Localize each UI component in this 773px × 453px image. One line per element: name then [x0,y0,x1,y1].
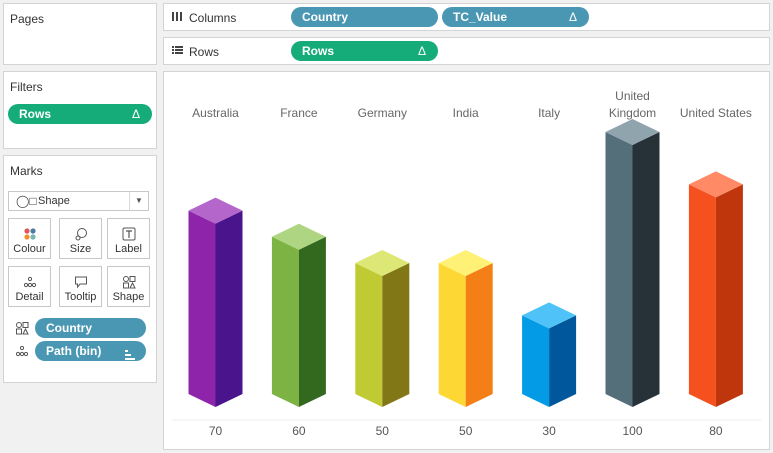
bar-front-face [438,263,466,407]
country-label: Italy [538,106,560,120]
filters-title: Filters [10,80,43,94]
tooltip-label: Tooltip [64,291,97,303]
bin-icon [125,346,136,366]
tooltip-icon [60,271,101,291]
bar-front-face [188,210,216,407]
rows-shelf-label: Rows [189,45,220,59]
country-label: United [615,89,650,103]
columns-pill-country[interactable]: Country [291,7,438,27]
filters-card[interactable]: Filters Rows Δ [3,71,157,149]
country-label: Australia [192,106,239,120]
rows-pill-rows[interactable]: Rows Δ [291,41,438,61]
value-label: 80 [709,424,723,438]
marks-field-path-bin[interactable]: Path (bin) [35,341,146,361]
columns-icon [171,10,183,25]
bar-front-face [688,184,716,407]
tooltip-button[interactable]: Tooltip [59,266,102,307]
delta-icon: Δ [568,10,577,24]
delta-icon: Δ [417,44,426,58]
value-label: 30 [542,424,556,438]
country-label: United States [680,106,752,120]
pill-label: Rows [302,44,335,58]
bar-side-face [382,263,410,407]
shape-icon [108,271,149,291]
pages-title: Pages [10,12,45,26]
detail-encoding-icon [15,344,29,361]
view-area[interactable]: Australia 70 France 60 Germany 50 India 50 Italy… [163,71,770,450]
marks-card[interactable]: Marks ◯□ Shape ▼ Colour Size Label Detai… [3,155,157,383]
bar-front-face [355,263,383,407]
value-label: 60 [292,424,306,438]
filter-pill-label: Rows [19,107,52,121]
size-label: Size [69,243,92,255]
value-label: 50 [376,424,390,438]
country-label: Germany [358,106,407,120]
value-label: 70 [209,424,223,438]
bar-side-face [715,184,743,407]
shape-mark-icon: ◯□ [16,194,37,208]
marks-field-country[interactable]: Country [35,318,146,338]
shape-encoding-icon [15,321,29,338]
detail-button[interactable]: Detail [8,266,51,307]
delta-icon: Δ [131,107,140,121]
detail-icon [9,271,50,291]
label-button[interactable]: Label [107,218,150,259]
bar-side-face [632,132,660,407]
chevron-down-icon[interactable]: ▼ [129,192,148,210]
bar-side-face [298,236,326,407]
filter-pill-rows[interactable]: Rows Δ [8,104,152,124]
columns-pill-tc-value[interactable]: TC_Value Δ [442,7,589,27]
bar-front-face [522,315,550,407]
size-icon [60,223,101,243]
colour-icon [9,223,50,243]
value-label: 100 [622,424,642,438]
colour-label: Colour [13,243,46,255]
size-button[interactable]: Size [59,218,102,259]
bar-front-face [605,132,633,407]
country-label: India [453,106,479,120]
bar-side-face [215,210,243,407]
text-label-icon [108,223,149,243]
value-label: 50 [459,424,473,438]
marks-field-label: Path (bin) [46,344,102,358]
rows-icon [171,44,183,59]
bar-side-face [465,263,493,407]
shape-button[interactable]: Shape [107,266,150,307]
colour-button[interactable]: Colour [8,218,51,259]
pill-label: TC_Value [453,10,508,24]
bar-front-face [271,236,299,407]
shape-label: Shape [112,291,145,303]
columns-shelf[interactable]: Columns Country TC_Value Δ [163,3,770,31]
country-label: France [280,106,318,120]
country-label: Kingdom [609,106,656,120]
pill-label: Country [302,10,348,24]
pages-card[interactable]: Pages [3,3,157,65]
chart-canvas: Australia 70 France 60 Germany 50 India 50 Italy… [172,89,761,438]
detail-label: Detail [15,291,44,303]
mark-type-dropdown[interactable]: ◯□ Shape ▼ [8,191,149,211]
columns-shelf-label: Columns [189,11,237,25]
mark-type-label: Shape [38,195,70,207]
rows-shelf[interactable]: Rows Rows Δ [163,37,770,65]
label-label: Label [115,243,142,255]
bar-side-face [549,315,577,407]
marks-field-label: Country [46,321,92,335]
marks-title: Marks [10,164,43,178]
